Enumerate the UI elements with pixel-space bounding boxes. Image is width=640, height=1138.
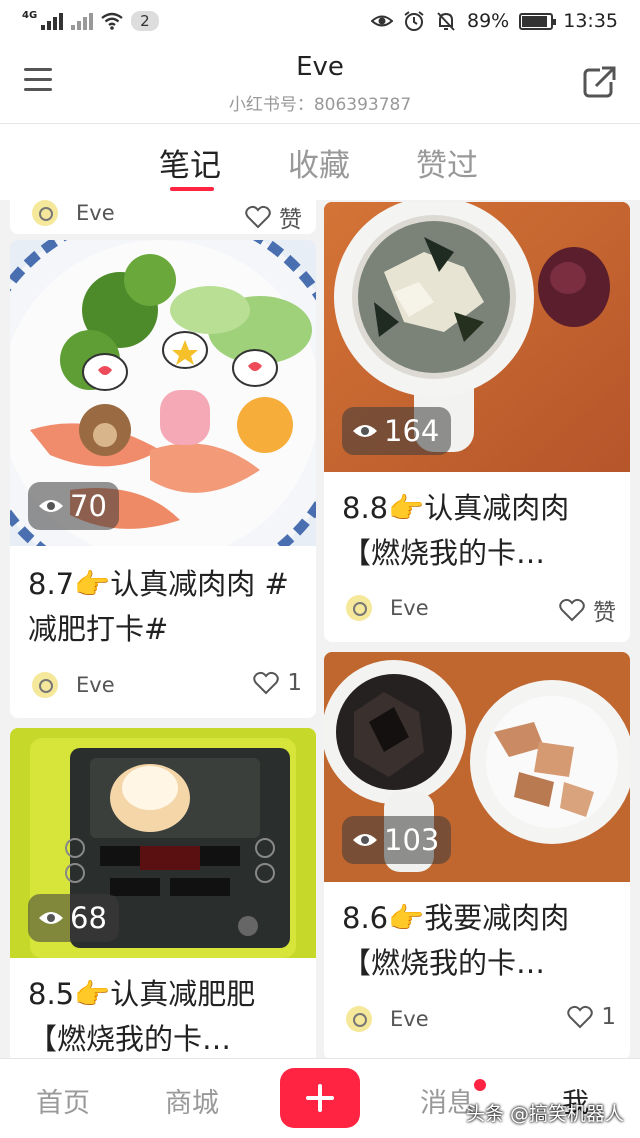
note-title: 8.6👉我要减肉肉【燃烧我的卡… — [342, 901, 570, 980]
profile-header: Eve 小红书号：806393787 — [0, 42, 640, 124]
like-button[interactable]: 1 — [567, 1004, 616, 1030]
note-card[interactable]: 68 8.5👉认真减肥肥【燃烧我的卡… — [10, 728, 316, 1058]
status-bar: 4G 2 89% 13:35 — [0, 0, 640, 42]
tab-liked[interactable]: 赞过 — [416, 140, 478, 185]
watermark: 头条 @搞笑机器人 — [465, 1103, 624, 1125]
bottom-nav: 首页 商城 消息 我 头条 @搞笑机器人 — [0, 1058, 640, 1138]
note-card-partial[interactable]: Eve 赞 — [10, 200, 316, 234]
author-name: Eve — [390, 1007, 429, 1031]
active-tab-indicator — [170, 187, 214, 191]
note-image: 164 — [324, 202, 630, 472]
profile-red-id: 小红书号：806393787 — [228, 95, 412, 115]
heart-icon — [253, 671, 280, 695]
eye-icon — [353, 834, 377, 846]
battery-icon — [519, 12, 557, 30]
eye-comfort-icon — [371, 15, 393, 27]
share-icon[interactable] — [582, 64, 618, 100]
eye-icon — [39, 912, 63, 924]
view-count-badge: 164 — [342, 407, 452, 455]
avatar — [32, 200, 58, 226]
heart-icon — [245, 205, 271, 229]
like-count: 1 — [601, 1004, 616, 1030]
nav-home[interactable]: 首页 — [36, 1081, 90, 1120]
clock: 13:35 — [563, 10, 618, 32]
wifi-icon — [101, 12, 123, 30]
view-count: 164 — [384, 414, 440, 448]
like-button[interactable]: 1 — [253, 670, 302, 696]
note-author: Eve — [32, 200, 115, 226]
eye-icon — [39, 500, 63, 512]
like-button[interactable]: 赞 — [245, 200, 302, 234]
plus-icon[interactable] — [280, 1068, 360, 1128]
like-button[interactable]: 赞 — [559, 593, 616, 627]
view-count-badge: 70 — [28, 482, 119, 530]
note-card[interactable]: 164 8.8👉认真减肉肉【燃烧我的卡… Eve 赞 — [324, 202, 630, 642]
note-card[interactable]: 70 8.7👉认真减肉肉 #减肥打卡# Eve 1 — [10, 240, 316, 718]
like-count: 赞 — [593, 600, 616, 626]
note-author: Eve — [32, 672, 115, 698]
avatar — [346, 1006, 372, 1032]
avatar — [346, 595, 372, 621]
unread-dot — [474, 1079, 486, 1091]
tab-collections[interactable]: 收藏 — [288, 140, 350, 185]
note-title: 8.7👉认真减肉肉 #减肥打卡# — [28, 567, 289, 646]
tab-notes[interactable]: 笔记 — [159, 140, 221, 185]
view-count-badge: 103 — [342, 816, 452, 864]
note-title: 8.8👉认真减肉肉【燃烧我的卡… — [342, 491, 570, 570]
battery-percent: 89% — [467, 10, 510, 32]
network-type: 4G — [22, 10, 38, 21]
note-title: 8.5👉认真减肥肥【燃烧我的卡… — [28, 977, 256, 1056]
heart-icon — [559, 598, 585, 622]
note-image: 68 — [10, 728, 316, 958]
note-author: Eve — [346, 1006, 429, 1032]
author-name: Eve — [76, 201, 115, 225]
view-count-badge: 68 — [28, 894, 119, 942]
author-name: Eve — [390, 596, 429, 620]
note-image: 70 — [10, 240, 316, 546]
status-right: 89% 13:35 — [371, 10, 618, 32]
view-count: 103 — [384, 823, 440, 857]
signal-2-icon — [71, 12, 94, 30]
profile-name: Eve — [296, 52, 344, 82]
eye-icon — [353, 425, 377, 437]
avatar — [32, 672, 58, 698]
tab-bar: 笔记 收藏 赞过 — [0, 124, 640, 200]
view-count: 68 — [70, 901, 107, 935]
nav-mall[interactable]: 商城 — [165, 1081, 219, 1120]
heart-icon — [567, 1005, 594, 1029]
note-image: 103 — [324, 652, 630, 882]
notification-count-badge: 2 — [131, 11, 159, 31]
like-count: 赞 — [279, 207, 302, 233]
like-count: 1 — [287, 670, 302, 696]
signal-icon — [41, 12, 64, 30]
alarm-icon — [404, 11, 424, 31]
mute-icon — [437, 12, 455, 31]
view-count: 70 — [70, 489, 107, 523]
status-left: 4G 2 — [22, 11, 159, 31]
note-card[interactable]: 103 8.6👉我要减肉肉【燃烧我的卡… Eve 1 — [324, 652, 630, 1058]
author-name: Eve — [76, 673, 115, 697]
note-author: Eve — [346, 595, 429, 621]
notes-feed[interactable]: Eve 赞 70 8.7👉认真减肉肉 #减肥打卡# Eve 1 164 8.8👉… — [0, 200, 640, 1058]
